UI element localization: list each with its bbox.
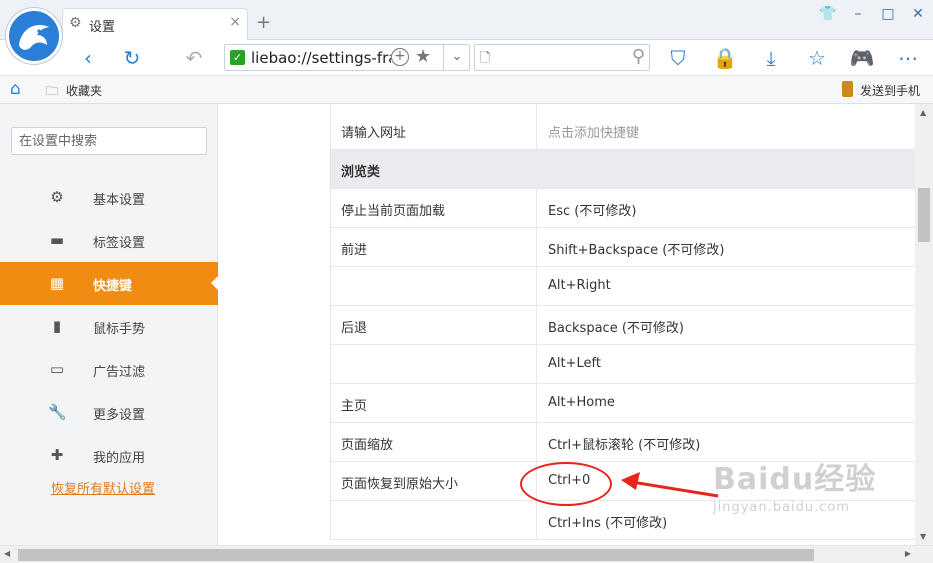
scroll-up-icon[interactable]: ▲ bbox=[920, 108, 926, 117]
lock-icon[interactable]: 🔒 bbox=[711, 44, 739, 72]
settings-search bbox=[11, 127, 207, 155]
settings-sidebar: ⚙ 基本设置 ▬ 标签设置 ▦ 快捷键 ▮ 鼠标手势 ▭ 广告过滤 🔧 更多设置 ✚ 我的应用 恢复所有默… bbox=[0, 104, 219, 545]
sidebar-item-2[interactable]: ▦ 快捷键 bbox=[0, 262, 219, 305]
reload-icon[interactable]: ↻ bbox=[118, 44, 146, 72]
sidebar-item-0[interactable]: ⚙ 基本设置 bbox=[0, 176, 218, 219]
address-dropdown-icon[interactable]: ⌄ bbox=[443, 45, 470, 70]
wrench-icon: 🔧 bbox=[48, 403, 67, 421]
laptop-icon: ▬ bbox=[49, 231, 65, 249]
settings-search-input[interactable] bbox=[12, 128, 206, 154]
undo-icon[interactable]: ↶ bbox=[180, 44, 208, 72]
minimize-button[interactable]: – bbox=[843, 0, 873, 30]
secure-icon: ✓ bbox=[230, 50, 245, 65]
vertical-scrollbar[interactable]: ▲ ▼ bbox=[915, 104, 933, 545]
favorite-star-icon[interactable]: ☆ bbox=[803, 44, 831, 72]
download-icon[interactable]: ⤓ bbox=[757, 44, 785, 72]
sidebar-item-4[interactable]: ▭ 广告过滤 bbox=[0, 348, 218, 391]
shortcut-icon: ▦ bbox=[49, 274, 65, 292]
new-tab-button[interactable]: + bbox=[256, 12, 271, 33]
horizontal-scrollbar[interactable]: ◀ ▶ bbox=[0, 545, 933, 563]
sidebar-item-label: 基本设置 bbox=[93, 193, 146, 208]
skin-button[interactable]: 👕 bbox=[813, 0, 843, 30]
bookmark-star-icon[interactable]: ★ bbox=[415, 46, 431, 67]
toolbar: ‹ ↻ ↶ ✓ liebao://settings-fra + ★ ⌄ 🗋 ⚲ … bbox=[0, 40, 933, 76]
back-icon[interactable]: ‹ bbox=[74, 44, 102, 72]
vertical-scroll-thumb[interactable] bbox=[918, 188, 930, 242]
gamepad-icon[interactable]: 🎮 bbox=[848, 44, 876, 72]
shortcut-settings-panel: 请输入网址 点击添加快捷键 浏览类 停止当前页面加载 Esc (不可修改) 前进 Shift… bbox=[218, 104, 915, 545]
address-bar[interactable]: ✓ liebao://settings-fra + ★ ⌄ bbox=[224, 44, 470, 71]
tab-title: 设置 bbox=[89, 20, 116, 35]
close-window-button[interactable]: ✕ bbox=[903, 0, 933, 30]
document-icon: 🗋 bbox=[480, 51, 491, 66]
title-bar: ⚙ 设置 × + 👕 – □ ✕ bbox=[0, 0, 933, 40]
phone-icon bbox=[842, 81, 853, 97]
search-icon[interactable]: ⚲ bbox=[632, 46, 645, 67]
sidebar-item-label: 鼠标手势 bbox=[93, 322, 146, 337]
sidebar-item-label: 广告过滤 bbox=[93, 365, 146, 380]
send-to-phone-link[interactable]: 发送到手机 bbox=[860, 82, 920, 99]
home-icon[interactable]: ⌂ bbox=[10, 79, 21, 99]
sidebar-item-6[interactable]: ✚ 我的应用 bbox=[0, 434, 218, 477]
search-box[interactable]: 🗋 ⚲ bbox=[474, 44, 650, 71]
more-menu-icon[interactable]: ⋯ bbox=[894, 44, 922, 72]
window-controls: 👕 – □ ✕ bbox=[813, 0, 933, 30]
gear-icon: ⚙ bbox=[50, 188, 64, 206]
maximize-button[interactable]: □ bbox=[873, 0, 903, 30]
scroll-right-icon[interactable]: ▶ bbox=[905, 549, 911, 558]
window-icon: ▭ bbox=[49, 360, 65, 378]
puzzle-icon: ✚ bbox=[50, 446, 64, 464]
restore-defaults-link[interactable]: 恢复所有默认设置 bbox=[51, 478, 155, 497]
bookmark-bar: ⌂ 🗀 收藏夹 发送到手机 bbox=[0, 76, 933, 104]
annotation-arrow bbox=[621, 472, 719, 498]
add-icon[interactable]: + bbox=[391, 48, 409, 66]
folder-icon: 🗀 bbox=[46, 84, 59, 98]
scroll-left-icon[interactable]: ◀ bbox=[4, 549, 10, 558]
horizontal-scroll-thumb[interactable] bbox=[18, 549, 814, 561]
sidebar-item-5[interactable]: 🔧 更多设置 bbox=[0, 391, 218, 434]
sidebar-item-label: 我的应用 bbox=[93, 451, 146, 466]
liebao-logo[interactable] bbox=[6, 8, 62, 64]
sidebar-item-1[interactable]: ▬ 标签设置 bbox=[0, 219, 218, 262]
sidebar-item-label: 快捷键 bbox=[93, 279, 133, 294]
sidebar-item-3[interactable]: ▮ 鼠标手势 bbox=[0, 305, 218, 348]
url-text[interactable]: liebao://settings-fra bbox=[251, 49, 391, 67]
gear-icon: ⚙ bbox=[69, 15, 82, 31]
sidebar-item-label: 标签设置 bbox=[93, 236, 146, 251]
close-tab-button[interactable]: × bbox=[229, 14, 241, 30]
scroll-down-icon[interactable]: ▼ bbox=[920, 532, 926, 541]
tab-settings[interactable]: ⚙ 设置 × bbox=[62, 8, 248, 40]
sidebar-item-label: 更多设置 bbox=[93, 408, 146, 423]
shield-icon[interactable]: ⛉ bbox=[664, 44, 692, 72]
favorites-link[interactable]: 收藏夹 bbox=[66, 82, 102, 99]
mouse-icon: ▮ bbox=[52, 317, 62, 335]
